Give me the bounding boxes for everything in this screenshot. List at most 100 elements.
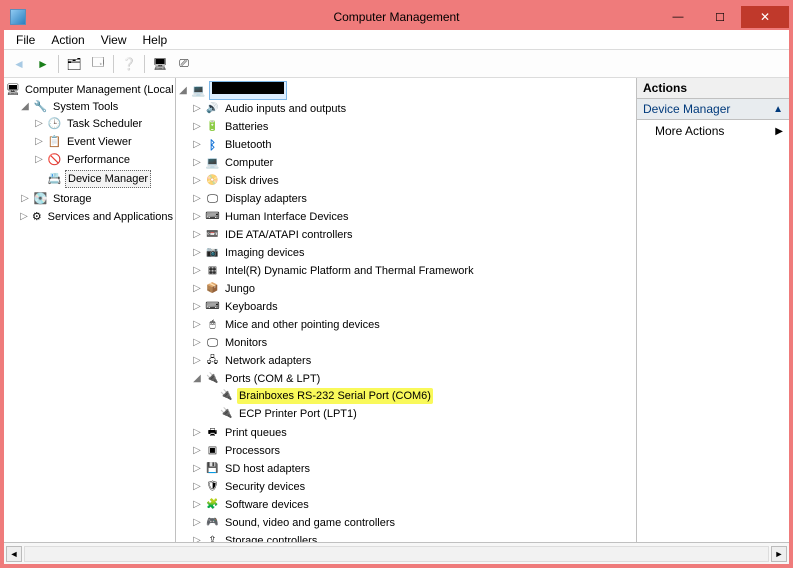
expand-icon[interactable]: ▷	[192, 443, 202, 459]
tree-storage[interactable]: ▷ Storage	[20, 191, 175, 207]
intel-icon	[205, 264, 220, 278]
menu-file[interactable]: File	[8, 31, 43, 49]
dev-security[interactable]: ▷Security devices	[192, 479, 636, 495]
collapse-icon[interactable]: ◢	[178, 83, 188, 99]
nav-forward-button[interactable]	[32, 53, 54, 75]
keyboard-icon	[205, 300, 220, 314]
horizontal-scrollbar[interactable]: ◄ ►	[4, 542, 789, 564]
maximize-button[interactable]: ☐	[699, 6, 741, 28]
dev-intel[interactable]: ▷Intel(R) Dynamic Platform and Thermal F…	[192, 263, 636, 279]
scroll-right-button[interactable]: ►	[771, 546, 787, 562]
dev-sound[interactable]: ▷Sound, video and game controllers	[192, 515, 636, 531]
dev-computer[interactable]: ▷Computer	[192, 155, 636, 171]
collapse-icon[interactable]: ◢	[192, 371, 202, 387]
help-button[interactable]: ❔	[118, 53, 140, 75]
tree-event-viewer[interactable]: ▷ Event Viewer	[34, 134, 175, 150]
dev-bluetooth[interactable]: ▷Bluetooth	[192, 137, 636, 153]
collapse-section-icon: ▲	[773, 104, 783, 115]
monitor-icon	[205, 336, 220, 350]
dev-mice[interactable]: ▷Mice and other pointing devices	[192, 317, 636, 333]
expand-icon[interactable]: ▷	[192, 155, 202, 171]
close-button[interactable]: ✕	[741, 6, 789, 28]
audio-icon	[205, 102, 220, 116]
expand-icon[interactable]: ▷	[192, 281, 202, 297]
tree-task-scheduler[interactable]: ▷ Task Scheduler	[34, 116, 175, 132]
toolbar: 🗂 🗔 ❔ 🖥 ⎚	[4, 50, 789, 78]
dev-imaging[interactable]: ▷Imaging devices	[192, 245, 636, 261]
expand-icon[interactable]: ▷	[34, 116, 44, 132]
expand-icon[interactable]: ▷	[20, 209, 28, 225]
expand-icon[interactable]: ▷	[192, 263, 202, 279]
expand-icon[interactable]: ▷	[192, 227, 202, 243]
dev-software[interactable]: ▷Software devices	[192, 497, 636, 513]
actions-header: Actions	[637, 78, 789, 99]
dev-disk[interactable]: ▷Disk drives	[192, 173, 636, 189]
properties-button[interactable]: 🗔	[87, 53, 109, 75]
expand-icon[interactable]: ▷	[192, 173, 202, 189]
expand-icon[interactable]: ▷	[34, 152, 44, 168]
scroll-left-button[interactable]: ◄	[6, 546, 22, 562]
expand-icon[interactable]: ▷	[192, 245, 202, 261]
show-hide-tree-button[interactable]: 🗂	[63, 53, 85, 75]
services-icon	[31, 210, 43, 224]
dev-audio[interactable]: ▷Audio inputs and outputs	[192, 101, 636, 117]
expand-icon[interactable]: ▷	[192, 335, 202, 351]
expand-icon[interactable]: ▷	[34, 134, 44, 150]
expand-icon[interactable]: ▷	[192, 317, 202, 333]
expand-icon[interactable]: ▷	[192, 515, 202, 531]
menu-help[interactable]: Help	[135, 31, 176, 49]
hid-icon	[205, 210, 220, 224]
serial-port-icon	[219, 389, 234, 403]
dev-storagectl[interactable]: ▷Storage controllers	[192, 533, 636, 542]
collapse-icon[interactable]: ◢	[20, 99, 30, 115]
dev-printqueues[interactable]: ▷Print queues	[192, 425, 636, 441]
expand-icon[interactable]: ▷	[192, 209, 202, 225]
imaging-icon	[205, 246, 220, 260]
dev-ide[interactable]: ▷IDE ATA/ATAPI controllers	[192, 227, 636, 243]
tree-services-apps[interactable]: ▷ Services and Applications	[20, 209, 175, 225]
expand-icon[interactable]: ▷	[192, 425, 202, 441]
dev-display[interactable]: ▷Display adapters	[192, 191, 636, 207]
dev-port-brainboxes[interactable]: ▷Brainboxes RS-232 Serial Port (COM6)	[206, 388, 636, 404]
menu-view[interactable]: View	[93, 31, 135, 49]
view-devices-button[interactable]: ⎚	[173, 53, 195, 75]
expand-icon[interactable]: ▷	[192, 299, 202, 315]
dev-ports[interactable]: ◢Ports (COM & LPT)	[192, 371, 636, 387]
minimize-button[interactable]: —	[657, 6, 699, 28]
computer-category-icon	[205, 156, 220, 170]
dev-batteries[interactable]: ▷Batteries	[192, 119, 636, 135]
expand-icon[interactable]: ▷	[192, 461, 202, 477]
print-queue-icon	[205, 426, 220, 440]
tree-performance[interactable]: ▷ Performance	[34, 152, 175, 168]
tree-device-manager[interactable]: ▷ Device Manager	[34, 170, 175, 188]
tree-system-tools[interactable]: ◢ System Tools	[20, 99, 175, 115]
expand-icon[interactable]: ▷	[192, 533, 202, 542]
expand-icon[interactable]: ▷	[192, 101, 202, 117]
expand-icon[interactable]: ▷	[192, 119, 202, 135]
task-scheduler-icon	[47, 117, 62, 131]
scan-hardware-button[interactable]: 🖥	[149, 53, 171, 75]
dev-jungo[interactable]: ▷Jungo	[192, 281, 636, 297]
dev-network[interactable]: ▷Network adapters	[192, 353, 636, 369]
expand-icon[interactable]: ▷	[20, 191, 30, 207]
expand-icon[interactable]: ▷	[192, 479, 202, 495]
expand-icon[interactable]: ▷	[192, 497, 202, 513]
nav-back-button[interactable]	[8, 53, 30, 75]
actions-section[interactable]: Device Manager ▲	[637, 99, 789, 120]
scroll-track[interactable]	[24, 546, 769, 562]
dev-hid[interactable]: ▷Human Interface Devices	[192, 209, 636, 225]
battery-icon	[205, 120, 220, 134]
expand-icon[interactable]: ▷	[192, 353, 202, 369]
expand-icon[interactable]: ▷	[192, 191, 202, 207]
dev-monitors[interactable]: ▷Monitors	[192, 335, 636, 351]
dev-processors[interactable]: ▷Processors	[192, 443, 636, 459]
menu-action[interactable]: Action	[43, 31, 92, 49]
dev-port-ecp[interactable]: ▷ECP Printer Port (LPT1)	[206, 406, 636, 422]
more-actions[interactable]: More Actions ▶	[637, 120, 789, 142]
dev-sdhost[interactable]: ▷SD host adapters	[192, 461, 636, 477]
expand-icon[interactable]: ▷	[192, 137, 202, 153]
device-root[interactable]: ◢	[178, 81, 636, 100]
dev-keyboards[interactable]: ▷Keyboards	[192, 299, 636, 315]
chevron-right-icon: ▶	[775, 126, 783, 137]
tree-root[interactable]: Computer Management (Local	[6, 82, 175, 98]
